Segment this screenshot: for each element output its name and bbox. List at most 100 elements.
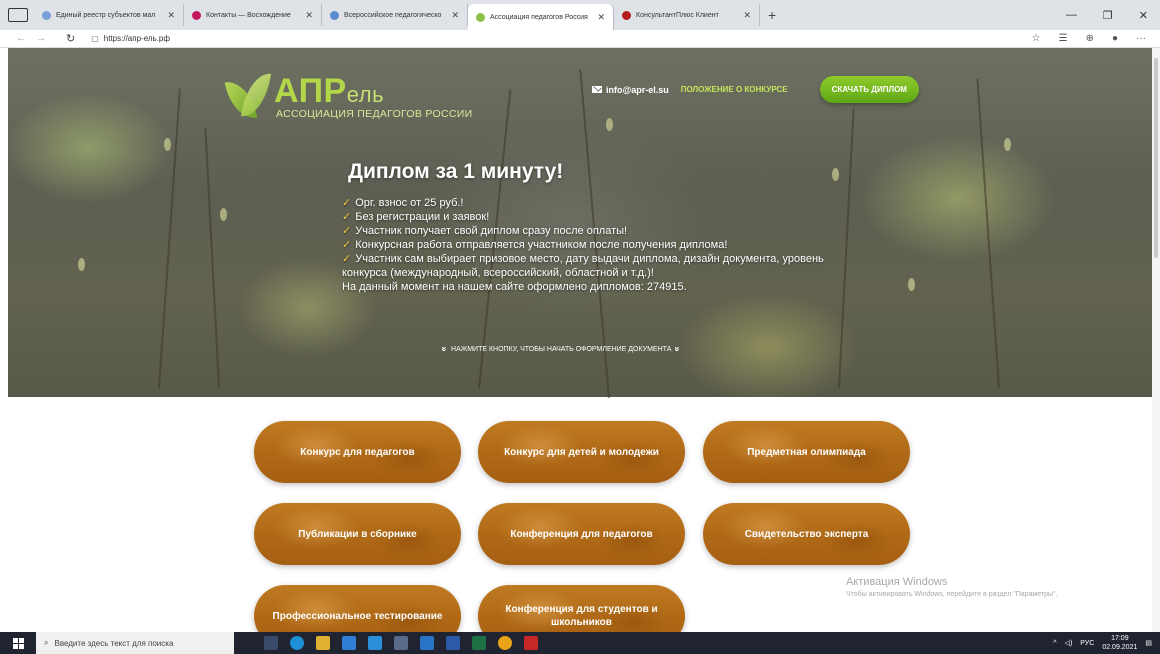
favorite-star-icon[interactable]: ☆ <box>1032 33 1041 44</box>
tab-title: КонсультантПлюс Клиент <box>636 11 719 19</box>
hero-banner: АПРель АССОЦИАЦИЯ ПЕДАГОГОВ РОССИИ info@… <box>8 48 1152 399</box>
start-prompt: » НАЖМИТЕ КНОПКУ, ЧТОБЫ НАЧАТЬ ОФОРМЛЕНИ… <box>439 344 683 354</box>
close-tab-icon[interactable]: ✕ <box>305 10 313 21</box>
url-field[interactable]: https://апр-ель.рф <box>104 34 170 43</box>
browser-tab[interactable]: Всероссийское педагогическо ✕ <box>322 4 468 26</box>
features-list: ✓ Орг. взнос от 25 руб.! ✓ Без регистрации… <box>342 196 832 294</box>
tab-favicon-icon <box>42 10 51 20</box>
taskbar-apps <box>264 636 538 650</box>
students-conference-button[interactable]: Конференция для студентов и школьников <box>478 585 685 632</box>
close-tab-icon[interactable]: ✕ <box>451 10 459 21</box>
close-window-icon[interactable]: ✕ <box>1139 9 1148 22</box>
maximize-icon[interactable]: ❐ <box>1103 9 1113 22</box>
word-icon[interactable] <box>446 636 460 650</box>
start-button[interactable] <box>0 632 36 654</box>
site-logo[interactable]: АПРель АССОЦИАЦИЯ ПЕДАГОГОВ РОССИИ <box>224 70 478 122</box>
publications-button[interactable]: Публикации в сборнике <box>254 503 461 565</box>
chevron-down-icon: » <box>439 346 450 352</box>
telegram-icon[interactable] <box>420 636 434 650</box>
expert-certificate-button[interactable]: Свидетельство эксперта <box>703 503 910 565</box>
youth-contest-button[interactable]: Конкурс для детей и молодежи <box>478 421 685 483</box>
volume-icon[interactable]: ◁) <box>1065 639 1073 647</box>
excel-icon[interactable] <box>472 636 486 650</box>
decor-bud <box>78 258 85 271</box>
windows-activation-watermark: Активация Windows Чтобы активировать Win… <box>846 576 1057 598</box>
new-tab-button[interactable]: + <box>760 7 784 23</box>
decor-stem <box>838 108 855 389</box>
download-diploma-button[interactable]: СКАЧАТЬ ДИПЛОМ <box>819 76 919 103</box>
checkmark-icon: ✓ <box>342 225 352 237</box>
taskbar-search[interactable]: ⌕ Введите здесь текст для поиска <box>36 632 234 654</box>
clock-date: 02.09.2021 <box>1102 644 1138 651</box>
teachers-contest-button[interactable]: Конкурс для педагогов <box>254 421 461 483</box>
decor-bud <box>832 168 839 181</box>
top-navigation: info@apr-el.su ПОЛОЖЕНИЕ О КОНКУРСЕ СКАЧ… <box>592 76 919 103</box>
favorites-list-icon[interactable]: ☰ <box>1059 33 1068 44</box>
mail-icon[interactable] <box>368 636 382 650</box>
web-page: АПРель АССОЦИАЦИЯ ПЕДАГОГОВ РОССИИ info@… <box>8 48 1152 632</box>
more-icon[interactable]: ··· <box>1136 33 1146 44</box>
email-text: info@apr-el.su <box>606 84 669 95</box>
reload-icon[interactable]: ↻ <box>66 32 75 45</box>
tab-title: Ассоциация педагогов Россия <box>490 13 588 21</box>
scrollbar-thumb[interactable] <box>1154 58 1158 258</box>
browser-tab-bar: Единый реестр субъектов мал ✕ Контакты —… <box>0 0 1160 30</box>
decor-bud <box>908 278 915 291</box>
checkmark-icon: ✓ <box>342 211 352 223</box>
close-tab-icon[interactable]: ✕ <box>167 10 175 21</box>
start-prompt-text: НАЖМИТЕ КНОПКУ, ЧТОБЫ НАЧАТЬ ОФОРМЛЕНИЕ … <box>451 345 672 353</box>
chrome-icon[interactable] <box>498 636 512 650</box>
explorer-icon[interactable] <box>316 636 330 650</box>
chevron-down-icon: » <box>672 346 683 352</box>
profile-icon[interactable]: ● <box>1112 33 1118 44</box>
windows-logo-icon <box>12 637 24 649</box>
tab-actions-icon[interactable] <box>8 8 28 22</box>
task-view-icon[interactable] <box>264 636 278 650</box>
tab-favicon-icon <box>192 10 201 20</box>
tab-favicon-icon <box>622 10 631 20</box>
back-forward-icon[interactable]: ←→ <box>16 33 56 44</box>
teachers-conference-button[interactable]: Конференция для педагогов <box>478 503 685 565</box>
browser-tab[interactable]: Единый реестр субъектов мал ✕ <box>34 4 184 26</box>
address-bar: ←→ ↻ ▢ https://апр-ель.рф ☆ ☰ ⊕ ● ··· <box>0 30 1160 48</box>
clock[interactable]: 17:09 02.09.2021 <box>1102 634 1137 652</box>
consultant-icon[interactable] <box>524 636 538 650</box>
collections-icon[interactable]: ⊕ <box>1086 33 1094 44</box>
checkmark-icon: ✓ <box>342 197 352 209</box>
envelope-icon <box>592 86 602 93</box>
close-tab-icon[interactable]: ✕ <box>743 10 751 21</box>
close-tab-icon[interactable]: ✕ <box>597 12 605 23</box>
settings-icon[interactable] <box>394 636 408 650</box>
minimize-icon[interactable]: — <box>1066 9 1077 22</box>
contest-rules-link[interactable]: ПОЛОЖЕНИЕ О КОНКУРСЕ <box>681 85 788 94</box>
search-placeholder: Введите здесь текст для поиска <box>54 638 174 648</box>
store-icon[interactable] <box>342 636 356 650</box>
page-scrollbar[interactable] <box>1152 48 1160 632</box>
clock-time: 17:09 <box>1111 635 1129 642</box>
page-info-icon[interactable]: ▢ <box>91 34 99 43</box>
tab-favicon-icon <box>330 10 339 20</box>
tray-chevron-icon[interactable]: ^ <box>1053 640 1056 647</box>
checkmark-icon: ✓ <box>342 239 352 251</box>
olympiad-button[interactable]: Предметная олимпиада <box>703 421 910 483</box>
email-link[interactable]: info@apr-el.su <box>592 85 669 95</box>
browser-tab[interactable]: КонсультантПлюс Клиент ✕ <box>614 4 760 26</box>
language-indicator[interactable]: РУС <box>1080 640 1094 647</box>
feature-item: ✓ Без регистрации и заявок! <box>342 211 490 223</box>
feature-item: ✓ Участник получает свой диплом сразу пос… <box>342 225 628 237</box>
activation-title: Активация Windows <box>846 576 948 588</box>
decor-bud <box>606 118 613 131</box>
feature-item: ✓ Орг. взнос от 25 руб.! <box>342 197 464 209</box>
tab-favicon-icon <box>476 12 485 22</box>
edge-icon[interactable] <box>290 636 304 650</box>
browser-tab[interactable]: Контакты — Восхождение ✕ <box>184 4 322 26</box>
professional-testing-button[interactable]: Профессиональное тестирование <box>254 585 461 632</box>
window-controls: — ❐ ✕ <box>1066 9 1160 22</box>
hero-headline: Диплом за 1 минуту! <box>348 160 564 183</box>
activation-subtitle: Чтобы активировать Windows, перейдите в … <box>846 591 1058 598</box>
browser-toolbar: ☆ ☰ ⊕ ● ··· <box>1032 33 1160 44</box>
decor-bud <box>164 138 171 151</box>
decor-stem <box>158 88 181 389</box>
notifications-icon[interactable]: ▤ <box>1145 639 1152 647</box>
browser-tab-active[interactable]: Ассоциация педагогов Россия ✕ <box>468 4 614 30</box>
